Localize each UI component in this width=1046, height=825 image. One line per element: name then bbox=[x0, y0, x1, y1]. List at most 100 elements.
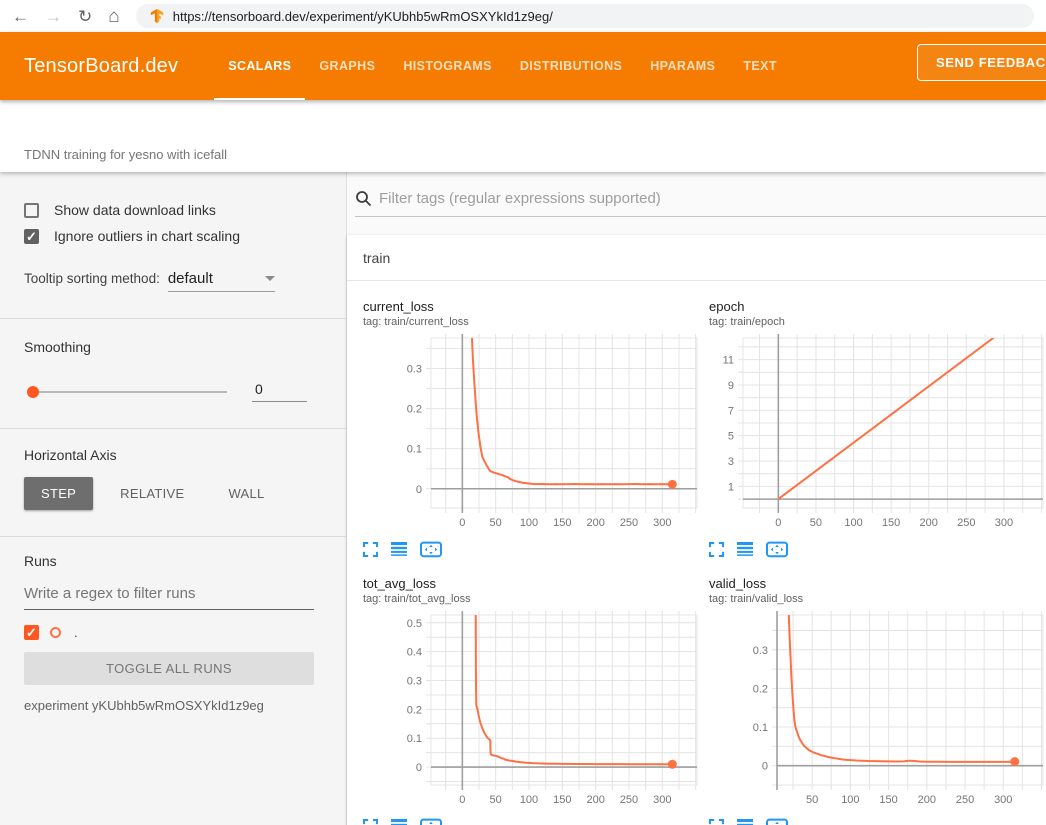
tab-scalars[interactable]: SCALARS bbox=[214, 32, 305, 100]
svg-text:0.3: 0.3 bbox=[407, 676, 422, 688]
address-bar[interactable]: https://tensorboard.dev/experiment/yKUbh… bbox=[136, 4, 1034, 28]
svg-text:300: 300 bbox=[995, 517, 1013, 529]
log-scale-toggle-icon[interactable] bbox=[737, 818, 753, 825]
svg-text:0.5: 0.5 bbox=[407, 618, 422, 630]
svg-text:50: 50 bbox=[810, 517, 822, 529]
reload-icon[interactable]: ↻ bbox=[78, 8, 92, 25]
fit-domain-icon[interactable] bbox=[766, 818, 788, 825]
experiment-id-label: experiment yKUbhb5wRmOSXYkId1z9eg bbox=[24, 698, 314, 713]
sidebar-divider bbox=[0, 428, 346, 429]
tab-hparams[interactable]: HPARAMS bbox=[636, 32, 729, 100]
expand-icon[interactable] bbox=[709, 819, 724, 825]
svg-text:300: 300 bbox=[653, 794, 671, 806]
log-scale-toggle-icon[interactable] bbox=[737, 541, 753, 557]
run-row[interactable]: . bbox=[24, 625, 314, 640]
settings-sidebar: Show data download links Ignore outliers… bbox=[0, 172, 347, 825]
svg-text:1: 1 bbox=[728, 481, 734, 493]
chart-tag: tag: train/valid_loss bbox=[709, 593, 1046, 605]
tab-text[interactable]: TEXT bbox=[729, 32, 791, 100]
show-download-links-checkbox[interactable] bbox=[24, 203, 39, 218]
toggle-all-runs-button[interactable]: TOGGLE ALL RUNS bbox=[24, 652, 314, 685]
svg-text:200: 200 bbox=[586, 794, 604, 806]
tooltip-sorting-value: default bbox=[168, 270, 213, 287]
svg-text:0.2: 0.2 bbox=[753, 683, 768, 695]
chart-card-valid_loss: valid_losstag: train/valid_loss501001502… bbox=[709, 576, 1046, 825]
tooltip-sorting-label: Tooltip sorting method: bbox=[24, 271, 160, 286]
svg-text:50: 50 bbox=[806, 794, 818, 806]
expand-icon[interactable] bbox=[363, 819, 378, 825]
svg-text:5: 5 bbox=[728, 431, 734, 443]
train-section-card: train current_losstag: train/current_los… bbox=[347, 235, 1046, 825]
run-name: . bbox=[74, 625, 78, 640]
forward-icon[interactable]: → bbox=[45, 8, 62, 25]
app-header: TensorBoard.dev SCALARSGRAPHSHISTOGRAMSD… bbox=[0, 32, 1046, 100]
url-text: https://tensorboard.dev/experiment/yKUbh… bbox=[173, 9, 553, 24]
log-scale-toggle-icon[interactable] bbox=[391, 541, 407, 557]
back-icon[interactable]: ← bbox=[12, 8, 29, 25]
svg-text:0.3: 0.3 bbox=[407, 363, 422, 375]
smoothing-slider[interactable] bbox=[29, 391, 227, 393]
charts-grid: current_losstag: train/current_loss05010… bbox=[347, 281, 1046, 825]
show-download-links-row[interactable]: Show data download links bbox=[24, 202, 314, 218]
svg-text:150: 150 bbox=[882, 517, 900, 529]
chart-title: epoch bbox=[709, 299, 1046, 314]
svg-text:0.1: 0.1 bbox=[407, 733, 422, 745]
main-content: train current_losstag: train/current_los… bbox=[347, 172, 1046, 825]
svg-text:0.4: 0.4 bbox=[407, 647, 422, 659]
ignore-outliers-row[interactable]: Ignore outliers in chart scaling bbox=[24, 228, 314, 244]
svg-text:150: 150 bbox=[553, 794, 571, 806]
svg-text:200: 200 bbox=[586, 517, 604, 529]
svg-text:150: 150 bbox=[879, 794, 897, 806]
chart-plot-valid_loss[interactable]: 5010015020025030000.10.20.3 bbox=[709, 611, 1046, 811]
smoothing-slider-thumb[interactable] bbox=[27, 386, 39, 398]
browser-toolbar: ← → ↻ ⌂ https://tensorboard.dev/experime… bbox=[0, 0, 1046, 32]
smoothing-value-input[interactable]: 0 bbox=[252, 381, 307, 402]
tab-distributions[interactable]: DISTRIBUTIONS bbox=[506, 32, 636, 100]
svg-text:100: 100 bbox=[841, 794, 859, 806]
section-header-train[interactable]: train bbox=[347, 235, 1046, 281]
filter-tags-input[interactable] bbox=[379, 190, 1046, 207]
show-download-links-label: Show data download links bbox=[54, 202, 216, 218]
chart-plot-tot_avg_loss[interactable]: 05010015020025030000.10.20.30.40.5 bbox=[363, 611, 701, 811]
run-checkbox[interactable] bbox=[24, 625, 39, 640]
chart-tag: tag: train/epoch bbox=[709, 316, 1046, 328]
expand-icon[interactable] bbox=[709, 542, 724, 557]
chart-toolbar bbox=[363, 538, 701, 560]
brand-title: TensorBoard.dev bbox=[24, 55, 178, 78]
chart-plot-current_loss[interactable]: 05010015020025030000.10.20.3 bbox=[363, 334, 701, 534]
log-scale-toggle-icon[interactable] bbox=[391, 818, 407, 825]
smoothing-label: Smoothing bbox=[24, 339, 314, 355]
home-icon[interactable]: ⌂ bbox=[108, 7, 119, 26]
horizontal-axis-label: Horizontal Axis bbox=[24, 447, 314, 463]
svg-text:0: 0 bbox=[762, 761, 768, 773]
ignore-outliers-label: Ignore outliers in chart scaling bbox=[54, 228, 240, 244]
axis-option-step[interactable]: STEP bbox=[24, 477, 93, 510]
expand-icon[interactable] bbox=[363, 542, 378, 557]
svg-text:100: 100 bbox=[520, 517, 538, 529]
svg-text:300: 300 bbox=[994, 794, 1012, 806]
axis-option-wall[interactable]: WALL bbox=[211, 477, 281, 510]
chart-tag: tag: train/tot_avg_loss bbox=[363, 593, 701, 605]
fit-domain-icon[interactable] bbox=[420, 818, 442, 825]
tab-graphs[interactable]: GRAPHS bbox=[305, 32, 389, 100]
runs-filter-input[interactable] bbox=[24, 581, 314, 610]
ignore-outliers-checkbox[interactable] bbox=[24, 229, 39, 244]
svg-text:0: 0 bbox=[459, 517, 465, 529]
fit-domain-icon[interactable] bbox=[766, 541, 788, 558]
chart-toolbar bbox=[709, 815, 1046, 825]
chart-plot-epoch[interactable]: 0501001502002503001357911 bbox=[709, 334, 1046, 534]
svg-text:0.2: 0.2 bbox=[407, 704, 422, 716]
chart-title: tot_avg_loss bbox=[363, 576, 701, 591]
svg-text:100: 100 bbox=[844, 517, 862, 529]
send-feedback-button[interactable]: SEND FEEDBACK bbox=[917, 44, 1046, 81]
axis-option-relative[interactable]: RELATIVE bbox=[103, 477, 201, 510]
experiment-title: TDNN training for yesno with icefall bbox=[24, 147, 227, 162]
svg-text:300: 300 bbox=[653, 517, 671, 529]
svg-text:50: 50 bbox=[490, 794, 502, 806]
tab-histograms[interactable]: HISTOGRAMS bbox=[389, 32, 506, 100]
svg-text:9: 9 bbox=[728, 380, 734, 392]
tooltip-sorting-dropdown[interactable]: default bbox=[168, 270, 275, 292]
fit-domain-icon[interactable] bbox=[420, 541, 442, 558]
chart-card-epoch: epochtag: train/epoch0501001502002503001… bbox=[709, 299, 1046, 560]
chart-toolbar bbox=[709, 538, 1046, 560]
